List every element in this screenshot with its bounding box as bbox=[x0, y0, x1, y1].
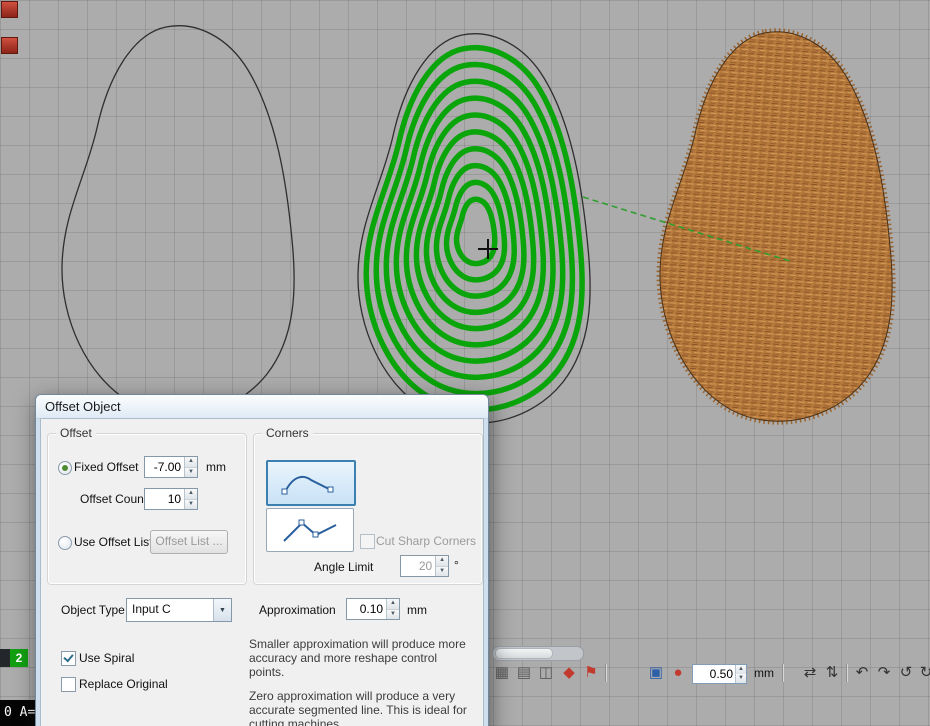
scrollbar-thumb[interactable] bbox=[495, 648, 553, 659]
rotate-right-icon[interactable]: ↷ bbox=[874, 663, 894, 683]
angle-limit-spinner[interactable]: ▲▼ bbox=[400, 555, 449, 577]
fixed-offset-radio[interactable] bbox=[58, 461, 72, 475]
spin-down-icon[interactable]: ▼ bbox=[436, 566, 448, 577]
palette-tile-current[interactable]: 2 bbox=[10, 649, 28, 667]
angle-limit-unit-label: ° bbox=[454, 558, 459, 572]
offset-count-input[interactable] bbox=[145, 489, 184, 509]
red-diamond-icon[interactable]: ◆ bbox=[559, 663, 579, 683]
chevron-down-icon[interactable]: ▼ bbox=[213, 599, 231, 621]
outline-width-input[interactable] bbox=[693, 665, 735, 683]
spiral-ring[interactable] bbox=[416, 132, 533, 329]
stitch-grid-icon[interactable]: ▦ bbox=[492, 663, 512, 683]
use-spiral-label: Use Spiral bbox=[79, 651, 134, 665]
offset-object-dialog: Offset Object Offset Fixed Offset ▲▼ mm … bbox=[35, 394, 489, 726]
rotate-cw-icon[interactable]: ↻ bbox=[916, 663, 930, 683]
fixed-offset-spinner[interactable]: ▲▼ bbox=[144, 456, 198, 478]
sharp-corner-button[interactable] bbox=[266, 508, 354, 552]
offset-list-button[interactable]: Offset List ... bbox=[150, 530, 228, 554]
offset-group-caption: Offset bbox=[56, 426, 96, 440]
spinner-buttons[interactable]: ▲▼ bbox=[386, 599, 399, 619]
approximation-input[interactable] bbox=[347, 599, 386, 619]
angle-limit-label: Angle Limit bbox=[314, 560, 373, 574]
fixed-offset-unit-label: mm bbox=[206, 460, 226, 474]
spinner-buttons[interactable]: ▲▼ bbox=[184, 457, 197, 477]
dialog-body: Offset Fixed Offset ▲▼ mm Offset Count ▲… bbox=[40, 418, 484, 726]
red-flag-icon[interactable]: ⚑ bbox=[581, 663, 601, 683]
fixed-offset-label: Fixed Offset bbox=[74, 460, 138, 474]
toolbar-separator bbox=[605, 664, 607, 682]
use-spiral-checkbox[interactable] bbox=[61, 651, 76, 666]
object-type-combobox[interactable]: Input C ▼ bbox=[126, 598, 232, 622]
rotate-ccw-icon[interactable]: ↺ bbox=[896, 663, 916, 683]
spin-up-icon[interactable]: ▲ bbox=[185, 489, 197, 499]
rounded-corner-icon bbox=[279, 468, 343, 498]
table-icon[interactable]: ▤ bbox=[514, 663, 534, 683]
object-type-value: Input C bbox=[132, 602, 171, 616]
horizontal-scrollbar[interactable] bbox=[492, 646, 584, 661]
use-offset-list-radio[interactable] bbox=[58, 536, 72, 550]
offset-group: Offset Fixed Offset ▲▼ mm Offset Count ▲… bbox=[47, 433, 247, 585]
spin-up-icon[interactable]: ▲ bbox=[436, 556, 448, 566]
spinner-buttons[interactable]: ▲▼ bbox=[184, 489, 197, 509]
approximation-unit-label: mm bbox=[407, 603, 427, 617]
spin-down-icon[interactable]: ▼ bbox=[736, 674, 746, 683]
width-unit-label: mm bbox=[754, 666, 774, 680]
fixed-offset-input[interactable] bbox=[145, 457, 184, 477]
offset-count-label: Offset Count bbox=[80, 492, 147, 506]
sharp-corner-icon bbox=[278, 515, 342, 545]
spin-up-icon[interactable]: ▲ bbox=[387, 599, 399, 609]
stitch-fill[interactable] bbox=[660, 32, 892, 421]
rounded-corner-button[interactable] bbox=[266, 460, 356, 506]
replace-original-label: Replace Original bbox=[79, 677, 168, 691]
spiral-ring[interactable] bbox=[457, 199, 495, 263]
object-type-label: Object Type bbox=[61, 603, 125, 617]
stitched-shape[interactable] bbox=[660, 32, 892, 421]
spinner-buttons[interactable]: ▲▼ bbox=[435, 556, 448, 576]
angle-limit-input[interactable] bbox=[401, 556, 435, 576]
docked-toolbar-icon-1[interactable] bbox=[1, 1, 18, 18]
palette-tile-dark[interactable] bbox=[0, 649, 10, 667]
corners-group-caption: Corners bbox=[262, 426, 313, 440]
toolbar-separator bbox=[846, 664, 848, 682]
replace-original-checkbox[interactable] bbox=[61, 677, 76, 692]
mirror-vertical-icon[interactable]: ⇅ bbox=[822, 663, 842, 683]
spin-down-icon[interactable]: ▼ bbox=[387, 609, 399, 620]
cut-sharp-corners-label: Cut Sharp Corners bbox=[376, 534, 476, 548]
outline-shape[interactable] bbox=[62, 26, 294, 415]
spinner-buttons[interactable]: ▲▼ bbox=[735, 665, 746, 683]
blue-node-icon[interactable]: ▣ bbox=[646, 663, 666, 683]
overview-window-icon[interactable]: ◫ bbox=[536, 663, 556, 683]
docked-toolbar-icon-2[interactable] bbox=[1, 37, 18, 54]
red-dot-icon[interactable]: ● bbox=[668, 663, 688, 683]
cut-sharp-corners-checkbox[interactable] bbox=[360, 534, 375, 549]
application-window: 2 0 A=-14 ▦ ▤ ◫ ◆ ⚑ ▣ ● ▲▼ mm ⇄ ⇅ ↶ ↷ ↺ … bbox=[0, 0, 930, 726]
approximation-label: Approximation bbox=[259, 603, 336, 617]
mirror-horizontal-icon[interactable]: ⇄ bbox=[800, 663, 820, 683]
corners-group: Corners Cut Sharp Corn bbox=[253, 433, 483, 585]
spin-down-icon[interactable]: ▼ bbox=[185, 499, 197, 510]
approximation-help-text-1: Smaller approximation will produce more … bbox=[249, 637, 467, 679]
use-offset-list-label: Use Offset List bbox=[74, 535, 152, 549]
approximation-spinner[interactable]: ▲▼ bbox=[346, 598, 400, 620]
offset-count-spinner[interactable]: ▲▼ bbox=[144, 488, 198, 510]
outline-width-spinner[interactable]: ▲▼ bbox=[692, 664, 747, 684]
dialog-title-bar[interactable]: Offset Object bbox=[36, 395, 488, 419]
spin-up-icon[interactable]: ▲ bbox=[185, 457, 197, 467]
spin-down-icon[interactable]: ▼ bbox=[185, 467, 197, 478]
approximation-help-text-2: Zero approximation will produce a very a… bbox=[249, 689, 467, 726]
rotate-left-icon[interactable]: ↶ bbox=[852, 663, 872, 683]
toolbar-separator bbox=[782, 664, 784, 682]
spiral-offset-shape[interactable] bbox=[366, 48, 582, 410]
spin-up-icon[interactable]: ▲ bbox=[736, 665, 746, 674]
